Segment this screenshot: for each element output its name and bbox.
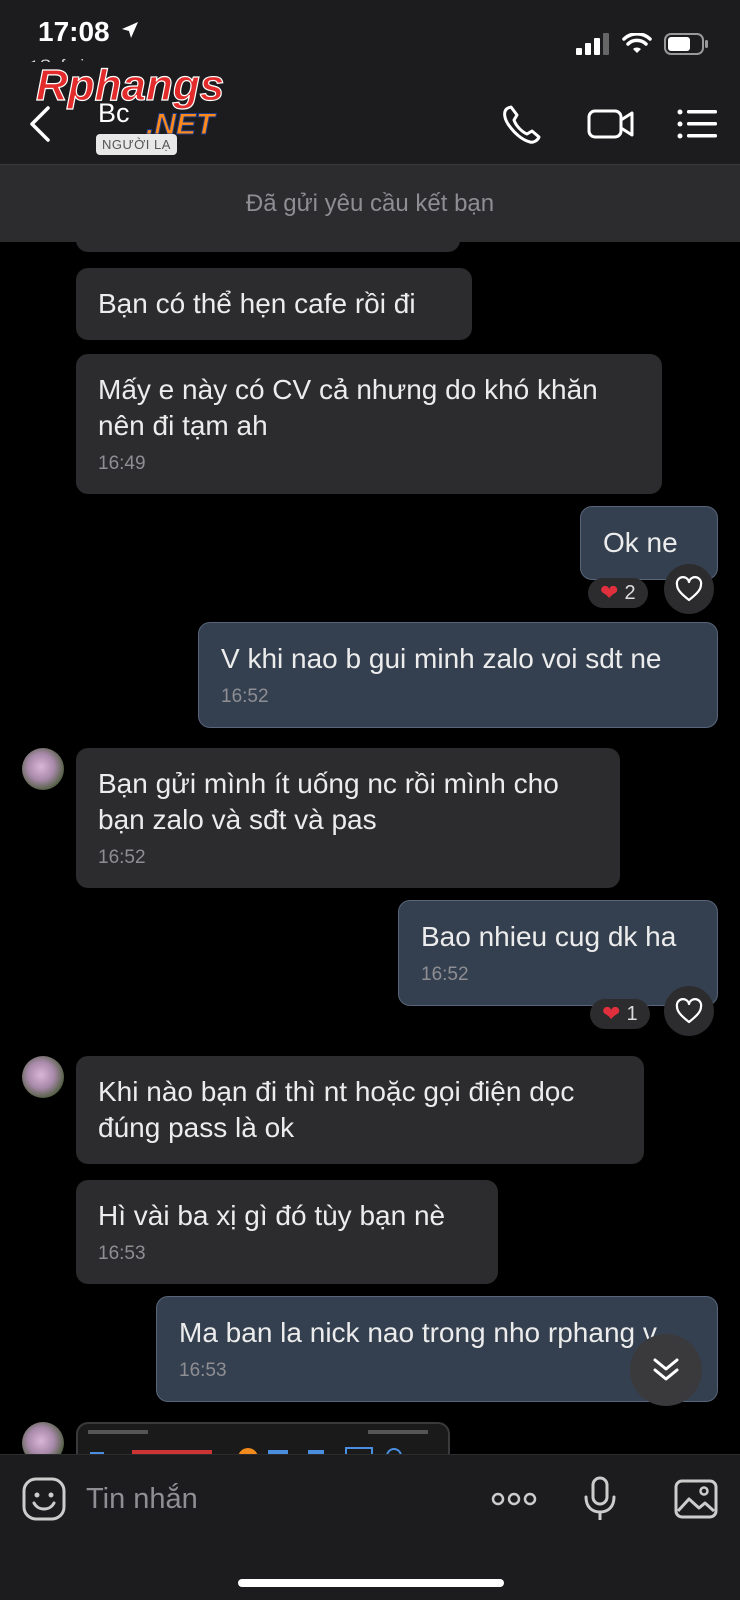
message-text: Hì vài ba xị gì đó tùy bạn nè [98,1200,446,1231]
message-bubble[interactable]: Bao nhieu cug dk ha 16:52 [398,900,718,1006]
message-text: Ma ban la nick nao trong nho rphang v [179,1317,657,1348]
menu-list-icon[interactable] [674,102,724,146]
microphone-icon[interactable] [576,1475,624,1523]
heart-reaction-icon: ❤ [600,580,619,605]
message-bubble[interactable]: Bạn gửi mình ít uống nc rồi mình cho bạn… [76,748,620,888]
message-text: Ok ne [603,527,678,558]
message-text: Bạn gửi mình ít uống nc rồi mình cho bạn… [98,768,559,835]
scroll-to-bottom-button[interactable] [630,1334,702,1406]
reaction-summary[interactable]: ❤ 1 [590,999,650,1029]
wifi-icon [622,33,652,53]
message-time: 16:53 [179,1360,227,1381]
status-time: 17:08 [38,16,110,47]
stranger-badge: NGƯỜI LẠ [96,134,177,155]
message-bubble[interactable]: Khi nào bạn đi thì nt hoặc gọi điện dọc … [76,1056,644,1164]
double-chevron-down-icon [653,1358,679,1381]
chat-header: Rphangs .NET Bc NGƯỜI LẠ [0,62,740,164]
message-bubble[interactable]: Hì vài ba xị gì đó tùy bạn nè 16:53 [76,1180,498,1284]
message-bubble[interactable]: Mấy e này có CV cả nhưng do khó khăn nên… [76,354,662,494]
message-text: Mấy e này có CV cả nhưng do khó khăn nên… [98,374,598,441]
message-bubble[interactable]: Bạn có thể hẹn cafe rồi đi [76,268,472,340]
message-input[interactable]: Tin nhắn [86,1483,198,1516]
heart-reaction-icon: ❤ [602,1001,621,1026]
contact-avatar[interactable] [22,748,64,790]
back-chevron-icon[interactable] [22,102,58,146]
screenshot-preview-icon [88,1430,428,1454]
heart-outline-icon [675,998,703,1024]
gallery-image-icon[interactable] [672,1475,720,1523]
status-icons [576,32,710,56]
message-bubble[interactable]: V khi nao b gui minh zalo voi sdt ne 16:… [198,622,718,728]
image-message-thumbnail[interactable] [76,1422,450,1454]
location-arrow-icon [122,22,138,38]
message-text: Bạn có thể hẹn cafe rồi đi [98,288,416,319]
status-bar: 17:08 ◀ Safari [0,0,740,75]
contact-avatar[interactable] [22,1422,64,1454]
watermark-text: Rphangs [36,64,224,110]
contact-name[interactable]: Bc [98,98,130,129]
more-options-icon[interactable] [490,1475,538,1523]
contact-avatar[interactable] [22,1056,64,1098]
sticker-emoji-icon[interactable] [20,1475,68,1523]
message-text: Bao nhieu cug dk ha [421,921,677,952]
message-time: 16:52 [421,964,469,985]
reaction-summary[interactable]: ❤ 2 [588,578,648,608]
friend-request-banner: Đã gửi yêu cầu kết bạn [0,164,740,242]
battery-icon [664,33,708,55]
cellular-signal-icon [576,33,609,55]
message-time: 16:49 [98,453,146,474]
phone-call-icon[interactable] [498,102,548,146]
message-time: 16:52 [221,686,269,707]
message-time: 16:53 [98,1243,146,1264]
chat-area[interactable]: Bạn có thể hẹn cafe rồi đi Mấy e này có … [0,242,740,1454]
message-text: Khi nào bạn đi thì nt hoặc gọi điện dọc … [98,1076,575,1143]
watermark-logo: Rphangs .NET [35,64,224,142]
reaction-count: 2 [624,581,636,604]
heart-outline-icon [675,576,703,602]
message-time: 16:52 [98,847,146,868]
home-indicator[interactable] [238,1579,504,1587]
react-button[interactable] [664,986,714,1036]
message-input-bar: Tin nhắn [0,1454,740,1600]
react-button[interactable] [664,564,714,614]
video-call-icon[interactable] [586,102,636,146]
partial-message [76,242,460,252]
message-text: V khi nao b gui minh zalo voi sdt ne [221,643,662,674]
reaction-count: 1 [626,1002,638,1025]
